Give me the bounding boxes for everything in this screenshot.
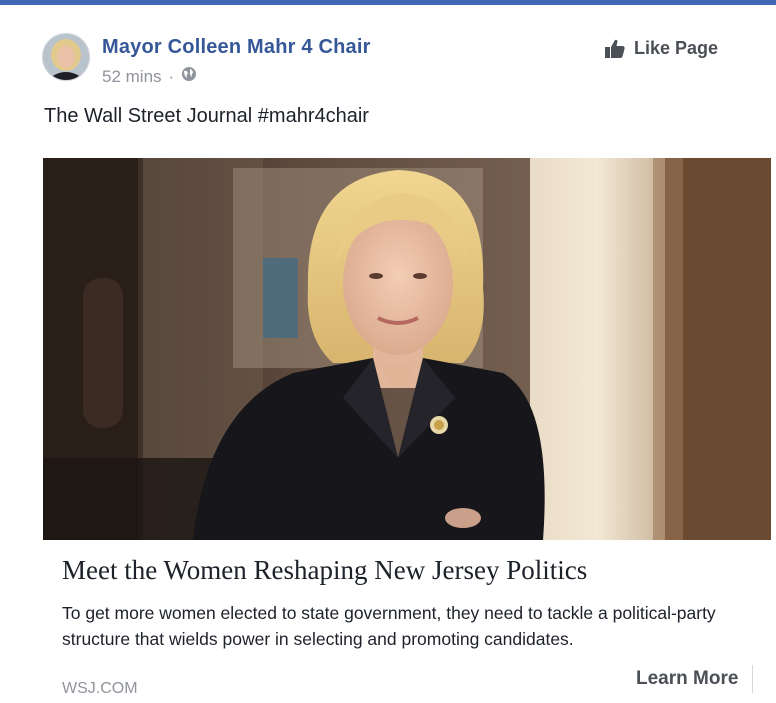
post-meta: 52 mins · [102,66,197,87]
link-domain: WSJ.COM [62,680,138,697]
link-image[interactable] [43,158,771,540]
meta-separator: · [168,66,175,86]
divider [752,665,753,693]
like-page-label: Like Page [634,38,719,58]
link-description: To get more women elected to state gover… [62,603,716,649]
page-name-link[interactable]: Mayor Colleen Mahr 4 Chair [102,36,371,59]
learn-more-button[interactable]: Learn More [636,668,738,690]
like-page-button[interactable]: Like Page [604,38,718,59]
timestamp[interactable]: 52 mins [102,67,162,87]
link-title[interactable]: Meet the Women Reshaping New Jersey Poli… [62,555,587,586]
globe-icon [181,66,197,87]
avatar[interactable] [42,33,90,81]
thumbs-up-icon [604,39,626,59]
post-text: The Wall Street Journal #mahr4chair [44,105,369,127]
post-card: Mayor Colleen Mahr 4 Chair 52 mins · Lik… [0,5,776,703]
